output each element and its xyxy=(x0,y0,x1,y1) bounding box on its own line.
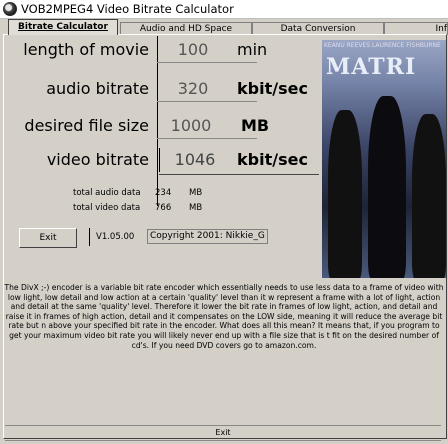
size-label: desired file size xyxy=(24,116,149,135)
row-separator xyxy=(157,138,257,139)
window-title: VOB2MPEG4 Video Bitrate Calculator xyxy=(21,2,234,16)
row-separator xyxy=(157,101,257,102)
video-output: 1046 xyxy=(174,150,216,169)
total-audio-value: 234 xyxy=(155,188,172,198)
total-video-label: total video data xyxy=(73,203,141,213)
audio-input[interactable]: 320 xyxy=(161,79,225,98)
length-unit: min xyxy=(237,40,268,59)
exit-button[interactable]: Exit xyxy=(19,228,77,248)
poster-figure xyxy=(368,96,406,278)
size-unit: MB xyxy=(241,116,270,135)
movie-poster-image: KEANU REEVES LAURENCE FISHBURNE MATRI xyxy=(322,40,446,278)
total-audio-label: total audio data xyxy=(73,188,141,198)
total-video-unit: MB xyxy=(189,203,203,213)
poster-figure xyxy=(328,110,362,278)
audio-unit: kbit/sec xyxy=(237,79,308,98)
total-audio-unit: MB xyxy=(189,188,203,198)
length-label: length of movie xyxy=(23,40,149,59)
video-label: video bitrate xyxy=(46,150,149,169)
version-label: V1.05.00 xyxy=(89,228,134,246)
bottom-exit-button[interactable]: Exit xyxy=(5,425,441,441)
video-divider xyxy=(159,148,160,172)
row-separator xyxy=(157,62,257,63)
poster-figure xyxy=(412,114,446,278)
audio-label: audio bitrate xyxy=(46,79,149,98)
tab-bar: Bitrate Calculator Audio and HD Space Da… xyxy=(0,19,448,35)
tab-bitrate-calculator[interactable]: Bitrate Calculator xyxy=(8,19,118,35)
total-video-value: 766 xyxy=(155,203,172,213)
copyright-label: Copyright 2001: Nikkie_G xyxy=(147,229,268,244)
video-unit: kbit/sec xyxy=(237,150,308,169)
length-input[interactable]: 100 xyxy=(161,40,225,59)
title-bar: VOB2MPEG4 Video Bitrate Calculator xyxy=(0,0,448,19)
row-separator xyxy=(159,174,319,175)
calculator-form: length of movie 100 min audio bitrate 32… xyxy=(9,36,319,278)
description-text: The DivX ;-) encoder is a variable bit r… xyxy=(4,283,444,350)
app-disc-icon xyxy=(3,2,17,16)
poster-title: MATRI xyxy=(326,54,417,80)
size-input[interactable]: 1000 xyxy=(159,116,223,135)
poster-credits: KEANU REEVES LAURENCE FISHBURNE xyxy=(324,42,441,49)
